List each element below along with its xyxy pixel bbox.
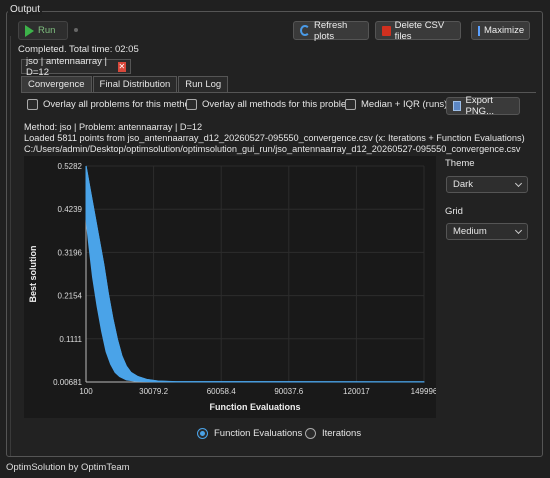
chart-svg: 100 30079.2 60058.4 90037.6 120017 149996 0.52… [28,162,438,412]
convergence-series-line [85,165,425,383]
window-icon [478,25,480,36]
theme-value: Dark [453,179,474,190]
x-tick-label: 100 [79,387,93,396]
x-tick-label: 60058.4 [207,387,236,396]
radio-iterations[interactable]: Iterations [305,428,361,439]
tab-final-distribution[interactable]: Final Distribution [92,76,178,92]
play-icon [25,24,34,37]
delete-label: Delete CSV files [394,19,445,42]
run-label: Run [38,25,56,36]
grid-select[interactable]: Medium [446,223,528,240]
delete-csv-button[interactable]: Delete CSV files [375,19,461,42]
overlay-methods-checkbox[interactable] [186,99,197,110]
overlay-problems-label: Overlay all problems for this method [43,99,196,110]
chevron-down-icon [514,179,523,187]
info-method: Method: jso | Problem: antennaarray | D=… [24,122,203,132]
footer-text: OptimSolution by OptimTeam [6,462,130,473]
median-iqr-option[interactable]: Median + IQR (runs) [345,99,447,110]
y-tick-label: 0.3196 [58,248,83,257]
y-tick-label: 0.4239 [58,205,83,214]
tab-divider [21,92,536,93]
overlay-problems-checkbox[interactable] [27,99,38,110]
theme-label: Theme [445,158,475,169]
tab-run-log[interactable]: Run Log [178,76,229,92]
export-label: Export PNG... [465,95,494,117]
radio-button-selected[interactable] [197,428,208,439]
y-axis-label: Best solution [28,245,38,302]
median-iqr-label: Median + IQR (runs) [361,99,448,110]
median-iqr-checkbox[interactable] [345,99,356,110]
x-tick-label: 90037.6 [274,387,303,396]
convergence-chart[interactable]: 100 30079.2 60058.4 90037.6 120017 149996 0.52… [24,156,438,418]
info-loaded: Loaded 5811 points from jso_antennaarray… [24,133,525,143]
chevron-down-icon [514,226,523,234]
overlay-methods-label: Overlay all methods for this problem [202,99,355,110]
run-button[interactable]: Run [18,21,68,40]
x-tick-label: 149996 [411,387,436,396]
radio-button[interactable] [305,428,316,439]
radio-it-label: Iterations [322,428,362,439]
y-tick-label: 0.2154 [58,292,83,301]
convergence-series-band [85,165,425,383]
tab-bar: Convergence Final Distribution Run Log [21,76,229,92]
refresh-icon [300,25,310,36]
y-tick-label: 0.5282 [58,162,83,171]
radio-function-evaluations[interactable]: Function Evaluations [197,428,302,439]
stop-icon [382,25,391,36]
radio-fe-label: Function Evaluations [214,428,303,439]
y-tick-label: 0.00681 [53,378,82,387]
inner-frame [10,36,16,456]
run-tab[interactable]: jso | antennaarray | D=12 ✕ [21,56,131,78]
run-tab-label: jso | antennaarray | D=12 [26,55,107,78]
close-icon[interactable]: ✕ [117,61,126,72]
grid-label: Grid [445,206,463,217]
save-icon [453,101,462,111]
export-png-button[interactable]: Export PNG... [446,95,520,117]
x-tick-label: 30079.2 [139,387,168,396]
status-text: Completed. Total time: 02:05 [18,44,139,55]
tab-convergence[interactable]: Convergence [21,76,92,92]
theme-select[interactable]: Dark [446,176,528,193]
y-tick-label: 0.1111 [59,335,82,344]
status-dot-icon [74,28,78,32]
refresh-label: Refresh plots [314,19,348,42]
x-axis-label: Function Evaluations [209,402,300,412]
info-path: C:/Users/admin/Desktop/optimsolution/opt… [24,144,521,154]
output-group-title: Output [8,4,43,15]
refresh-plots-button[interactable]: Refresh plots [293,19,369,42]
x-tick-label: 120017 [343,387,370,396]
maximize-button[interactable]: Maximize [471,21,530,40]
grid-value: Medium [453,226,487,237]
overlay-problems-option[interactable]: Overlay all problems for this method [27,99,195,110]
maximize-label: Maximize [484,25,525,36]
overlay-methods-option[interactable]: Overlay all methods for this problem [186,99,354,110]
